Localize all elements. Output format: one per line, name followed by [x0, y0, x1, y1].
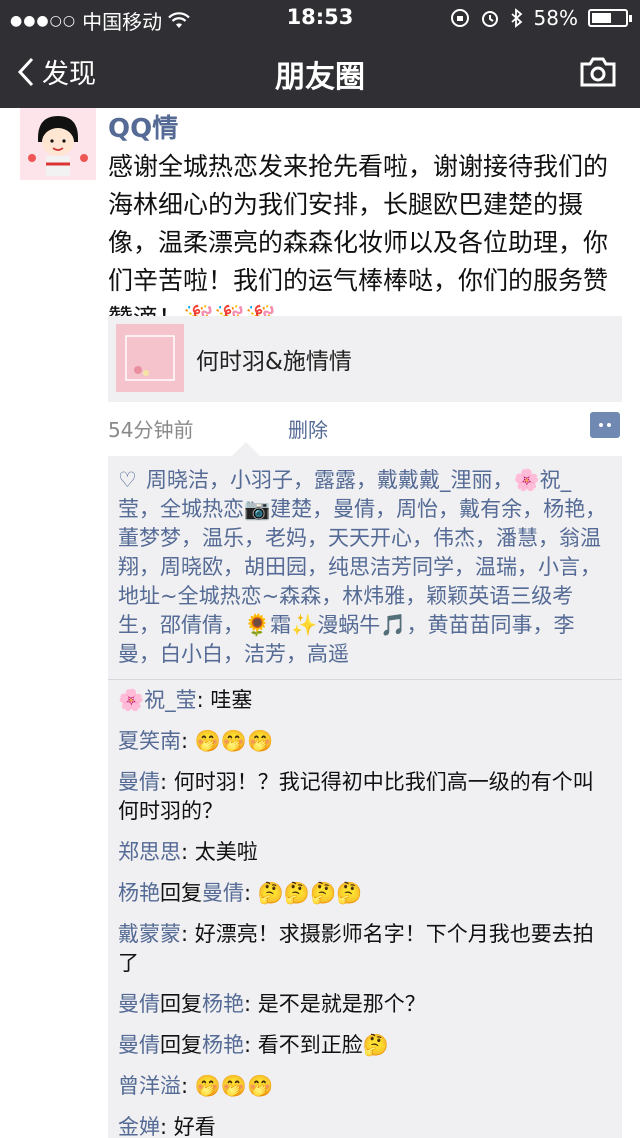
- battery-icon: [588, 9, 632, 27]
- shared-link-thumbnail: [116, 324, 184, 392]
- comment-author[interactable]: 🌸祝_莹: [118, 688, 197, 712]
- reply-target[interactable]: 杨艳: [202, 1033, 244, 1057]
- comment-author[interactable]: 夏笑南: [118, 729, 181, 753]
- reply-word: 回复: [160, 992, 202, 1016]
- comment-text: : 太美啦: [181, 840, 258, 864]
- comment-text: : 好看: [160, 1115, 216, 1138]
- top-bar: ●●●○○ 中国移动 18:53 58% 发现 朋友圈: [0, 0, 640, 108]
- comment-item[interactable]: 曼倩: 何时羽！？我记得初中比我们高一级的有个叫何时羽的？: [118, 768, 612, 826]
- likes-list: ♡ 周晓洁，小羽子，露露，戴戴戴_浬丽，🌸祝_莹，全城热恋📷建楚，曼倩，周怡，戴有…: [108, 456, 622, 679]
- comment-text: : 🤭🤭🤭: [181, 729, 274, 753]
- interaction-panel: ♡ 周晓洁，小羽子，露露，戴戴戴_浬丽，🌸祝_莹，全城热恋📷建楚，曼倩，周怡，戴有…: [108, 442, 622, 1138]
- comment-more-button[interactable]: [590, 412, 620, 438]
- comment-item[interactable]: 戴蒙蒙: 好漂亮！求摄影师名字！下个月我也要去拍了: [118, 920, 612, 978]
- comment-author[interactable]: 戴蒙蒙: [118, 922, 181, 946]
- rotation-lock-icon: [450, 9, 469, 27]
- post-text: 感谢全城热恋发来抢先看啦，谢谢接待我们的海林细心的为我们安排，长腿欧巴建楚的摄像…: [108, 152, 609, 333]
- comment-item[interactable]: 曼倩回复杨艳: 看不到正脸🤔: [118, 1031, 612, 1060]
- comment-author[interactable]: 曼倩: [118, 992, 160, 1016]
- shared-link-card[interactable]: 何时羽&施情情: [108, 316, 622, 402]
- delete-link[interactable]: 删除: [288, 414, 328, 443]
- comment-text: : 🤭🤭🤭: [181, 1074, 274, 1098]
- battery-percent: 58%: [533, 6, 578, 30]
- reply-target[interactable]: 曼倩: [202, 881, 244, 905]
- comment-item[interactable]: 郑思思: 太美啦: [118, 838, 612, 867]
- comment-item[interactable]: 杨艳回复曼倩: 🤔🤔🤔🤔: [118, 879, 612, 908]
- comment-author[interactable]: 郑思思: [118, 840, 181, 864]
- thumbnail-image: [116, 324, 184, 392]
- author-name[interactable]: QQ情: [108, 108, 178, 145]
- post-time: 54分钟前: [108, 418, 194, 442]
- comment-author[interactable]: 曼倩: [118, 1033, 160, 1057]
- comment-text: : 🤔🤔🤔🤔: [244, 881, 363, 905]
- reply-target[interactable]: 杨艳: [202, 992, 244, 1016]
- comment-item[interactable]: 曼倩回复杨艳: 是不是就是那个？: [118, 990, 612, 1019]
- comment-text: : 好漂亮！求摄影师名字！下个月我也要去拍了: [118, 922, 594, 975]
- likes-names[interactable]: 周晓洁，小羽子，露露，戴戴戴_浬丽，🌸祝_莹，全城热恋📷建楚，曼倩，周怡，戴有余…: [118, 468, 606, 666]
- comment-text: : 是不是就是那个？: [244, 992, 426, 1016]
- comment-text: : 哇塞: [196, 688, 253, 712]
- comment-author[interactable]: 金婵: [118, 1115, 160, 1138]
- comment-item[interactable]: 🌸祝_莹: 哇塞: [118, 686, 612, 715]
- battery-level-fill: [592, 13, 611, 23]
- comment-author[interactable]: 杨艳: [118, 881, 160, 905]
- nav-bar: 发现 朋友圈: [0, 34, 640, 108]
- heart-icon: ♡: [118, 468, 137, 492]
- comment-author[interactable]: 曼倩: [118, 770, 160, 794]
- alarm-icon: [481, 11, 498, 27]
- shared-link-title: 何时羽&施情情: [196, 349, 352, 375]
- bluetooth-icon: [510, 8, 522, 28]
- avatar-image: [20, 108, 96, 180]
- camera-icon[interactable]: [578, 56, 618, 88]
- avatar[interactable]: [20, 108, 96, 180]
- comment-item[interactable]: 夏笑南: 🤭🤭🤭: [118, 727, 612, 756]
- status-bar: ●●●○○ 中国移动 18:53 58%: [0, 0, 640, 34]
- comment-text: : 何时羽！？我记得初中比我们高一级的有个叫何时羽的？: [118, 770, 594, 823]
- comment-item[interactable]: 曾洋溢: 🤭🤭🤭: [118, 1072, 612, 1101]
- reply-word: 回复: [160, 1033, 202, 1057]
- comments-list: 🌸祝_莹: 哇塞 夏笑南: 🤭🤭🤭 曼倩: 何时羽！？我记得初中比我们高一级的有个叫…: [108, 680, 622, 1138]
- page-title: 朋友圈: [275, 60, 365, 95]
- comment-author[interactable]: 曾洋溢: [118, 1074, 181, 1098]
- comment-text: : 看不到正脸🤔: [244, 1033, 389, 1057]
- comment-item[interactable]: 金婵: 好看: [118, 1113, 612, 1138]
- reply-word: 回复: [160, 881, 202, 905]
